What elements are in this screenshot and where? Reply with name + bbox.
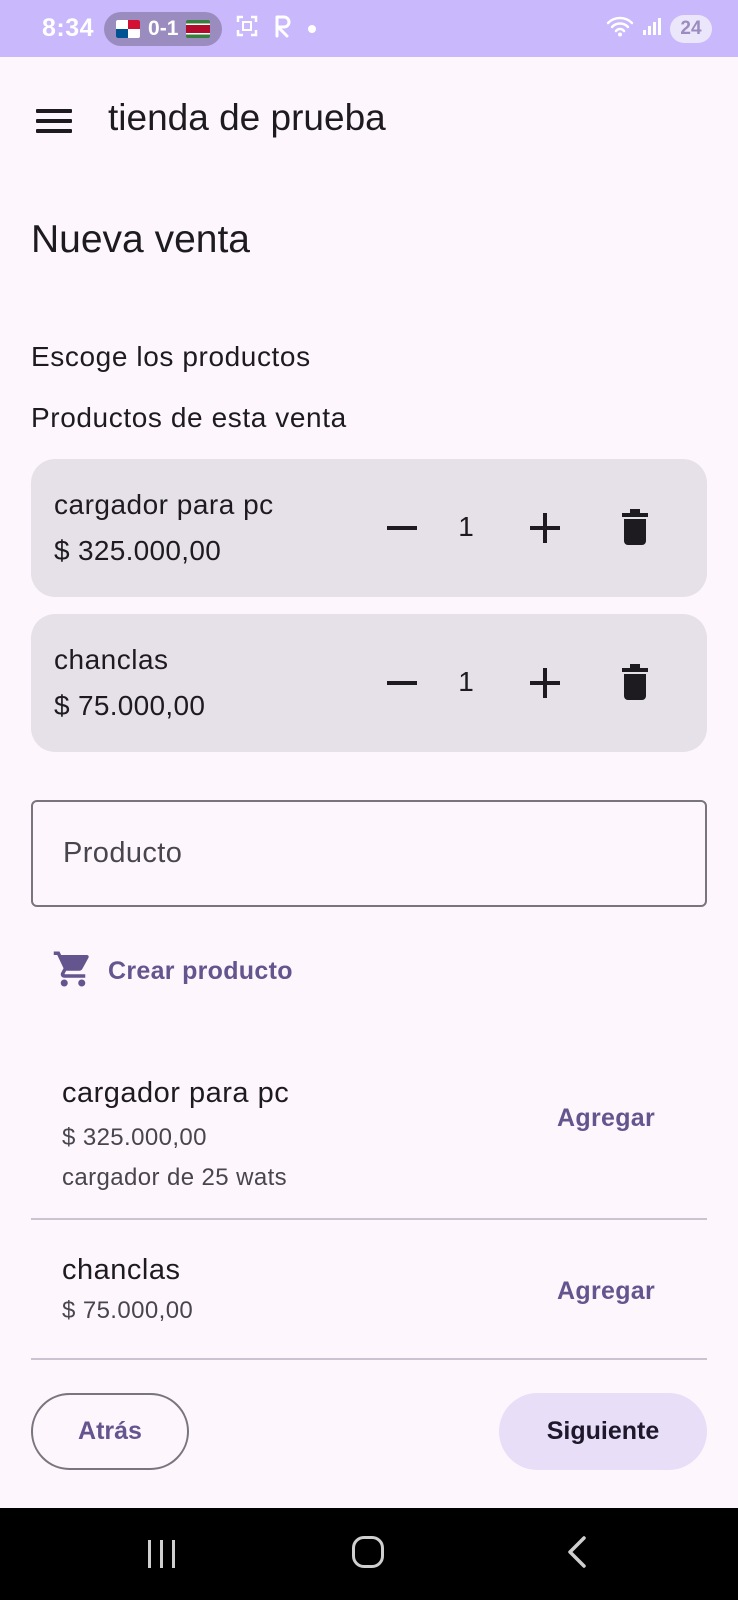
score-text: 0-1	[148, 16, 179, 40]
status-bar: 8:34 0-1 24	[0, 0, 738, 57]
decrease-quantity-icon[interactable]	[387, 513, 417, 543]
app-title: tienda de prueba	[108, 97, 386, 138]
product-price: $ 75.000,00	[62, 1297, 194, 1324]
cart-item: chanclas $ 75.000,00 1	[31, 614, 707, 752]
status-time: 8:34	[42, 14, 95, 42]
increase-quantity-icon[interactable]	[530, 513, 560, 543]
quantity-value: 1	[458, 511, 474, 542]
app-r-icon	[272, 14, 294, 44]
list-item: cargador para pc $ 325.000,00 cargador d…	[31, 1050, 707, 1220]
score-notification: 0-1	[104, 11, 223, 46]
page-title: Nueva venta	[31, 218, 250, 261]
product-name: chanclas	[62, 1254, 181, 1286]
system-nav-bar	[0, 1508, 738, 1600]
cart-item: cargador para pc $ 325.000,00 1	[31, 459, 707, 597]
divider	[31, 1358, 707, 1360]
menu-icon[interactable]	[36, 109, 72, 133]
signal-icon	[642, 16, 662, 41]
cart-item-price: $ 75.000,00	[54, 690, 206, 721]
back-button[interactable]: Atrás	[31, 1393, 189, 1470]
battery-indicator: 24	[670, 14, 712, 43]
increase-quantity-icon[interactable]	[530, 668, 560, 698]
screenshot-icon	[236, 15, 258, 43]
notification-dot-icon	[308, 24, 317, 33]
panama-flag-icon	[116, 19, 141, 38]
product-price: $ 325.000,00	[62, 1124, 207, 1151]
quantity-value: 1	[458, 666, 474, 697]
delete-icon[interactable]	[622, 509, 648, 545]
divider	[31, 1218, 707, 1220]
add-product-button[interactable]: Agregar	[557, 1104, 655, 1133]
cart-item-price: $ 325.000,00	[54, 535, 222, 566]
product-search-input[interactable]	[31, 800, 707, 907]
delete-icon[interactable]	[622, 664, 648, 700]
cart-item-name: cargador para pc	[54, 489, 274, 520]
recents-icon[interactable]	[148, 1540, 178, 1568]
choose-products-label: Escoge los productos	[31, 341, 311, 372]
list-item: chanclas $ 75.000,00 Agregar	[31, 1233, 707, 1361]
shopping-cart-icon	[52, 948, 94, 995]
wifi-icon	[606, 15, 634, 42]
home-icon[interactable]	[352, 1536, 384, 1568]
sale-products-label: Productos de esta venta	[31, 402, 347, 433]
create-product-button[interactable]: Crear producto	[52, 945, 293, 997]
cart-item-name: chanclas	[54, 644, 169, 675]
app-bar: tienda de prueba	[0, 57, 738, 179]
decrease-quantity-icon[interactable]	[387, 668, 417, 698]
create-product-label: Crear producto	[108, 956, 293, 985]
product-name: cargador para pc	[62, 1077, 290, 1109]
add-product-button[interactable]: Agregar	[557, 1277, 655, 1306]
product-description: cargador de 25 wats	[62, 1164, 288, 1191]
back-nav-icon[interactable]	[560, 1534, 596, 1570]
suriname-flag-icon	[186, 19, 211, 38]
next-button[interactable]: Siguiente	[499, 1393, 707, 1470]
